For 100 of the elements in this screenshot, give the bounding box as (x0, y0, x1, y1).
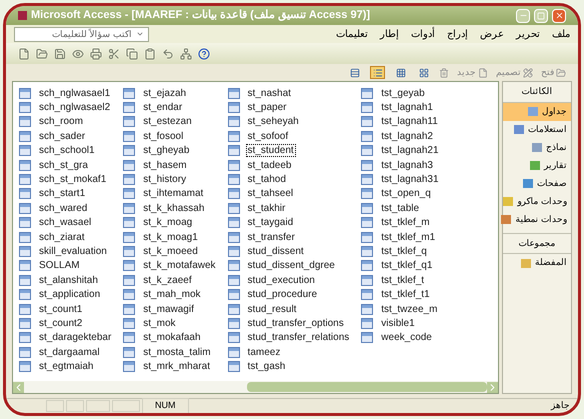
table-item[interactable]: sch_wasael (19, 216, 114, 230)
delete-icon[interactable] (439, 68, 449, 78)
table-item[interactable]: st_fosool (123, 129, 218, 144)
help-icon[interactable] (198, 48, 210, 60)
table-item[interactable]: tameez (228, 345, 352, 360)
relationships-icon[interactable] (180, 48, 192, 60)
table-item[interactable]: stud_dissent_dgree (228, 258, 352, 274)
table-item[interactable]: tst_tklef_m1 (361, 230, 441, 244)
table-item[interactable]: stud_execution (228, 273, 352, 288)
close-button[interactable] (552, 8, 566, 22)
table-item[interactable]: tst_lagnah31 (361, 172, 441, 187)
table-item[interactable]: sch_start1 (19, 186, 114, 202)
table-item[interactable]: st_k_khassah (123, 201, 218, 216)
menu-item[interactable]: تعليمات (336, 26, 368, 42)
table-item[interactable]: st_k_zaeef (123, 273, 218, 288)
table-item[interactable]: sch_nglwasael2 (19, 100, 114, 115)
table-item[interactable]: tst_table (361, 201, 441, 216)
table-item[interactable]: st_taygaid (228, 216, 352, 230)
table-item[interactable]: st_paper (228, 100, 352, 115)
preview-icon[interactable] (72, 48, 84, 60)
table-item[interactable]: tst_tklef_t1 (361, 287, 441, 302)
menu-item[interactable]: عرض (480, 26, 504, 42)
table-item[interactable]: sch_school1 (19, 144, 114, 158)
table-item[interactable]: sch_st_gra (19, 158, 114, 172)
minimize-button[interactable] (516, 8, 530, 22)
table-item[interactable]: st_sofoof (228, 129, 352, 144)
table-item[interactable]: tst_gash (228, 359, 352, 374)
table-item[interactable]: st_tahod (228, 172, 352, 187)
paste-icon[interactable] (144, 48, 156, 60)
save-icon[interactable] (54, 48, 66, 60)
view-mode-button[interactable] (370, 66, 385, 79)
table-item[interactable]: st_mrk_mharat (123, 359, 218, 374)
table-item[interactable]: st_mokafaah (123, 330, 218, 346)
table-item[interactable]: sch_room (19, 114, 114, 130)
menu-item[interactable]: أدوات (411, 26, 435, 42)
table-item[interactable]: skill_evaluation (19, 244, 114, 259)
table-item[interactable]: tst_open_q (361, 186, 441, 202)
table-item[interactable]: st_k_moag (123, 216, 218, 230)
undo-icon[interactable] (162, 48, 174, 60)
table-item[interactable]: tst_tklef_t (361, 273, 441, 288)
maximize-button[interactable] (534, 8, 548, 22)
scroll-thumb[interactable] (247, 382, 487, 392)
table-item[interactable]: st_ihtemamat (123, 186, 218, 202)
table-item[interactable]: tst_lagnah11 (361, 114, 441, 130)
table-item[interactable]: sch_wared (19, 201, 114, 216)
table-item[interactable]: tst_lagnah21 (361, 144, 441, 158)
help-question-box[interactable]: اكتب سؤالاً للتعليمات (14, 26, 149, 42)
sidebar-item[interactable]: تقارير (503, 156, 571, 174)
sidebar-item[interactable]: صفحات (503, 174, 571, 192)
table-item[interactable]: st_k_motafawek (123, 258, 218, 274)
table-item[interactable]: st_transfer (228, 230, 352, 244)
table-item[interactable]: st_dargaamal (19, 345, 114, 360)
table-item[interactable]: tst_tklef_m (361, 216, 441, 230)
table-item[interactable]: st_tahseel (228, 186, 352, 202)
table-item[interactable]: stud_result (228, 302, 352, 316)
table-item[interactable]: tst_twzee_m (361, 302, 441, 316)
table-item[interactable]: st_application (19, 287, 114, 302)
table-item[interactable]: sch_st_mokaf1 (19, 172, 114, 187)
table-item[interactable]: st_mah_mok (123, 287, 218, 302)
table-item[interactable]: visible1 (361, 316, 441, 331)
table-item[interactable]: sch_ziarat (19, 230, 114, 244)
table-item[interactable]: st_daragektebar (19, 330, 114, 346)
table-item[interactable]: st_mawagif (123, 302, 218, 316)
table-item[interactable]: st_count1 (19, 302, 114, 316)
menu-item[interactable]: إدراج (447, 26, 468, 42)
table-item[interactable]: sch_nglwasael1 (19, 86, 114, 100)
sidebar-item[interactable]: استعلامات (503, 120, 571, 138)
printer-icon[interactable] (90, 48, 102, 60)
table-item[interactable]: st_student (228, 144, 352, 158)
menu-item[interactable]: إطار (380, 26, 399, 42)
table-item[interactable]: st_history (123, 172, 218, 187)
new-file-icon[interactable] (18, 48, 30, 60)
table-item[interactable]: st_k_moeed (123, 244, 218, 259)
table-item[interactable]: st_estezan (123, 114, 218, 130)
table-item[interactable]: tst_geyab (361, 86, 441, 100)
table-item[interactable]: st_ejazah (123, 86, 218, 100)
table-item[interactable]: st_egtmaiah (19, 359, 114, 374)
table-item[interactable]: sch_sader (19, 129, 114, 144)
sidebar-item[interactable]: المفضلة (503, 254, 571, 272)
table-item[interactable]: st_count2 (19, 316, 114, 331)
table-item[interactable]: tst_tklef_q1 (361, 258, 441, 274)
table-item[interactable]: stud_transfer_options (228, 316, 352, 331)
table-item[interactable]: week_code (361, 330, 441, 346)
table-item[interactable]: st_endar (123, 100, 218, 115)
table-item[interactable]: st_mok (123, 316, 218, 331)
table-item[interactable]: st_gheyab (123, 144, 218, 158)
table-item[interactable]: st_seheyah (228, 114, 352, 130)
sidebar-item[interactable]: جداول (503, 102, 571, 120)
horizontal-scrollbar[interactable] (13, 381, 498, 393)
table-item[interactable]: tst_tklef_q (361, 244, 441, 259)
sidebar-item[interactable]: وحدات ماكرو (503, 192, 571, 210)
table-item[interactable]: tst_lagnah1 (361, 100, 441, 115)
sidebar-item[interactable]: نماذج (503, 138, 571, 156)
table-item[interactable]: stud_procedure (228, 287, 352, 302)
cut-icon[interactable] (108, 48, 120, 60)
table-item[interactable]: st_hasem (123, 158, 218, 172)
table-item[interactable]: SOLLAM (19, 258, 114, 274)
menu-item[interactable]: تحرير (516, 26, 540, 42)
table-item[interactable]: stud_transfer_relations (228, 330, 352, 346)
table-item[interactable]: tst_lagnah2 (361, 129, 441, 144)
